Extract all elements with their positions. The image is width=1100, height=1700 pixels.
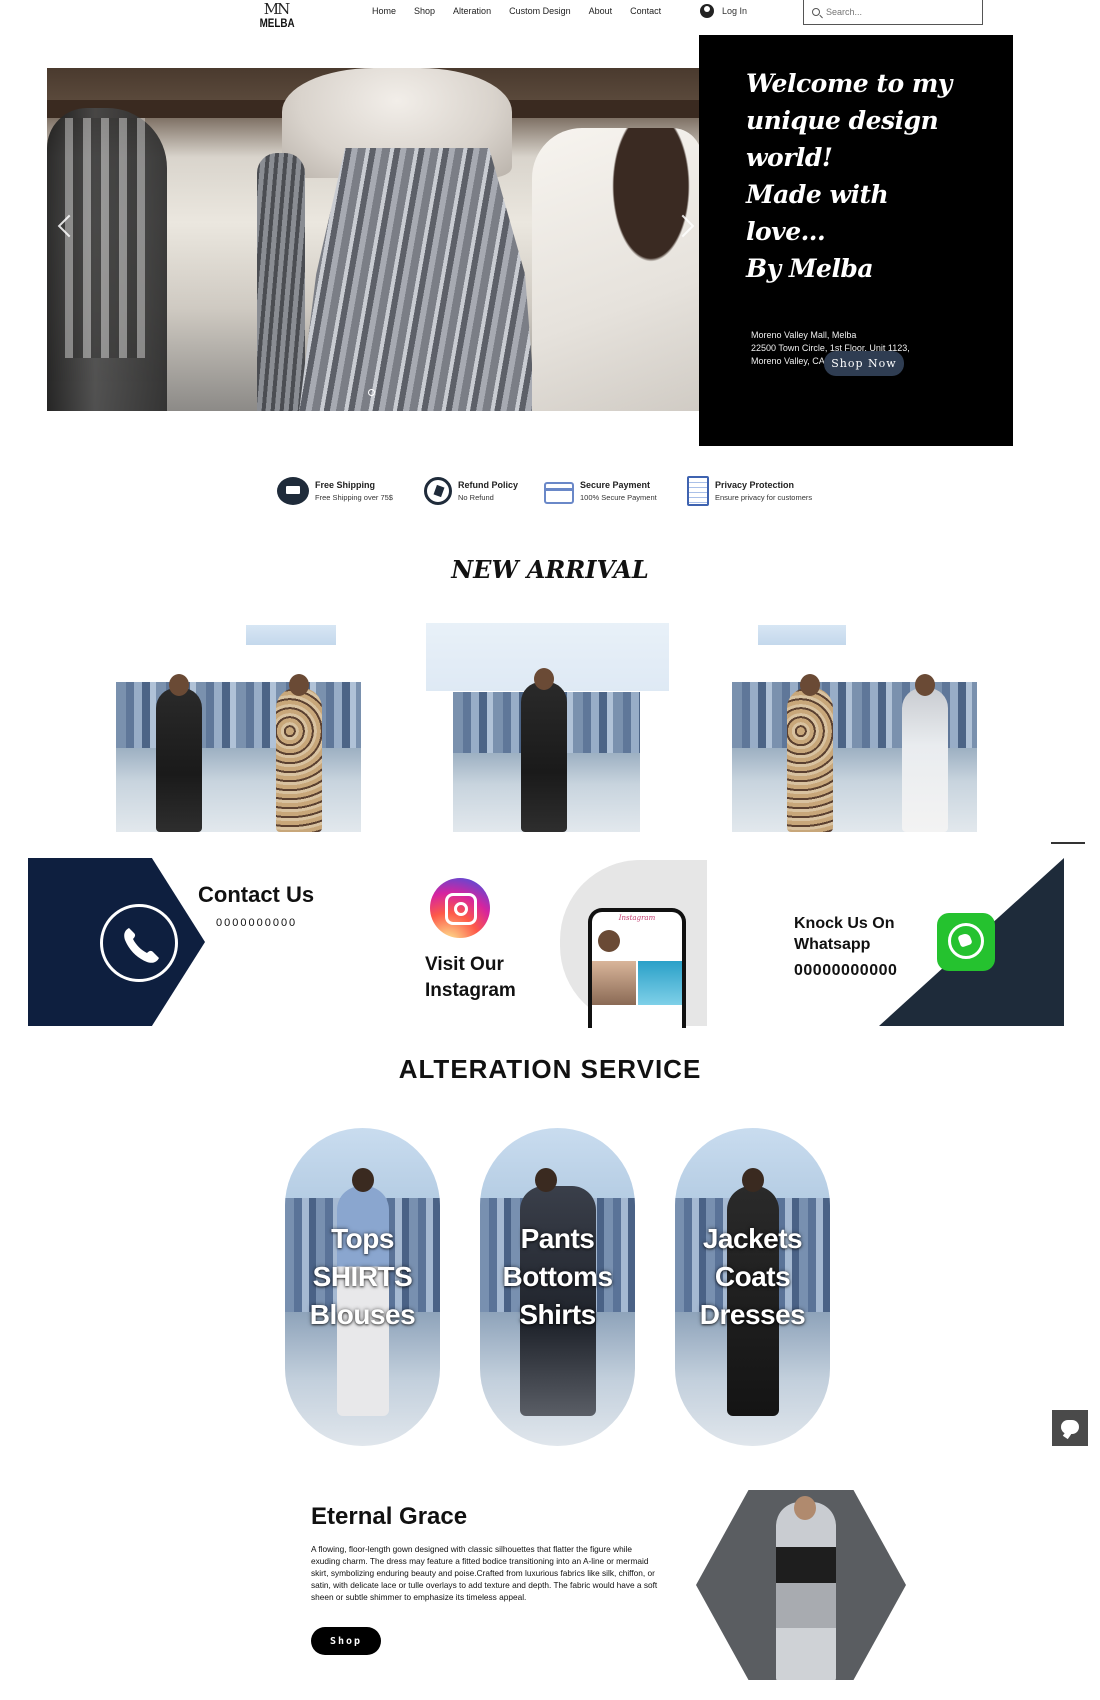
whatsapp-icon[interactable] — [937, 913, 995, 971]
instagram-label[interactable]: Visit Our Instagram — [425, 952, 516, 1004]
nav-home[interactable]: Home — [372, 6, 396, 20]
alteration-card-pants[interactable]: Pants Bottoms Shirts — [480, 1128, 635, 1446]
phone-photo-grid — [592, 961, 682, 1005]
new-arrival-heading: NEW ARRIVAL — [451, 555, 649, 584]
hero-sleeve — [257, 153, 305, 411]
photo-model — [521, 668, 567, 832]
feature-title: Free Shipping — [315, 480, 376, 490]
alteration-card-label: Jackets Coats Dresses — [699, 1223, 806, 1330]
nav-about[interactable]: About — [589, 6, 613, 20]
feature-title: Secure Payment — [580, 480, 651, 490]
site-logo[interactable]: MN MELBA — [256, 2, 296, 30]
feature-free-shipping: Free Shipping Free Shipping over 75$ — [277, 476, 424, 506]
logo-name: MELBA — [259, 16, 295, 30]
feature-title: Refund Policy — [458, 480, 519, 490]
phone-photo — [592, 961, 636, 1005]
photo-city — [116, 682, 361, 752]
welcome-panel: Welcome to my unique design world! Made … — [699, 35, 1013, 446]
nav-alteration[interactable]: Alteration — [453, 6, 491, 20]
nav-custom-design[interactable]: Custom Design — [509, 6, 571, 20]
feature-subtitle: No Refund — [458, 493, 494, 502]
login-button[interactable]: Log In — [700, 4, 747, 18]
avatar — [598, 930, 620, 952]
hero-slideshow — [47, 68, 699, 411]
eternal-grace-shop-button[interactable]: Shop — [311, 1627, 381, 1655]
product-card-3[interactable] — [732, 632, 977, 832]
alteration-card-jackets[interactable]: Jackets Coats Dresses — [675, 1128, 830, 1446]
eternal-grace-description: A flowing, floor-length gown designed wi… — [311, 1544, 658, 1602]
phone-icon[interactable] — [100, 904, 178, 982]
main-nav: Home Shop Alteration Custom Design About… — [372, 6, 661, 20]
hero-designer — [532, 128, 699, 411]
login-label: Log In — [722, 6, 748, 16]
whatsapp-number[interactable]: 00000000000 — [794, 962, 897, 980]
search-icon — [812, 8, 820, 16]
feature-title: Privacy Protection — [715, 480, 795, 490]
truck-icon — [277, 477, 309, 505]
hero-mannequin-left — [47, 108, 167, 411]
phone-photo — [638, 961, 682, 1005]
alteration-heading: ALTERATION SERVICE — [398, 1054, 702, 1084]
refund-icon — [424, 477, 452, 505]
features-bar: Free Shipping Free Shipping over 75$ Ref… — [277, 476, 837, 506]
alteration-card-label: Pants Bottoms Shirts — [502, 1223, 613, 1330]
search-box[interactable] — [803, 0, 983, 25]
photo-model — [776, 1496, 836, 1680]
search-input[interactable] — [826, 7, 966, 17]
feature-secure-payment: Secure Payment 100% Secure Payment — [544, 476, 687, 506]
photo-model — [902, 674, 948, 832]
photo-model — [276, 674, 322, 832]
product-card-2[interactable] — [453, 645, 640, 832]
feature-subtitle: 100% Secure Payment — [580, 493, 657, 502]
user-icon — [700, 4, 714, 18]
alteration-card-tops[interactable]: Tops SHIRTS Blouses — [285, 1128, 440, 1446]
welcome-heading: Welcome to my unique design world! Made … — [746, 69, 952, 283]
photo-model — [156, 674, 202, 832]
alteration-card-label: Tops SHIRTS Blouses — [309, 1223, 416, 1330]
slide-indicator-dot[interactable] — [368, 389, 375, 396]
feature-subtitle: Ensure privacy for customers — [715, 493, 813, 502]
divider-line — [1051, 842, 1085, 844]
contact-number[interactable]: 0000000000 — [216, 917, 297, 929]
contact-title: Contact Us — [198, 882, 315, 907]
feature-privacy-protection: Privacy Protection Ensure privacy for cu… — [687, 476, 837, 506]
card-icon — [544, 482, 574, 504]
chat-bubble-icon[interactable] — [1052, 1410, 1088, 1446]
feature-subtitle: Free Shipping over 75$ — [315, 493, 393, 502]
logo-mark: MN — [263, 0, 290, 18]
eternal-grace-image[interactable] — [696, 1490, 906, 1680]
eternal-grace-title: Eternal Grace — [311, 1503, 468, 1530]
feature-refund-policy: Refund Policy No Refund — [424, 476, 544, 506]
nav-contact[interactable]: Contact — [630, 6, 661, 20]
product-card-1[interactable] — [116, 632, 361, 832]
instagram-icon[interactable] — [430, 878, 490, 938]
whatsapp-label: Knock Us On Whatsapp — [794, 915, 895, 953]
hero-silver-dress — [297, 148, 537, 411]
photo-model — [787, 674, 833, 832]
instagram-phone-mockup: Instagram — [588, 908, 686, 1028]
shop-now-button[interactable]: Shop Now — [824, 351, 904, 376]
phone-app-header: Instagram — [618, 914, 656, 922]
document-icon — [687, 476, 709, 506]
photo-ground — [116, 748, 361, 832]
nav-shop[interactable]: Shop — [414, 6, 435, 20]
